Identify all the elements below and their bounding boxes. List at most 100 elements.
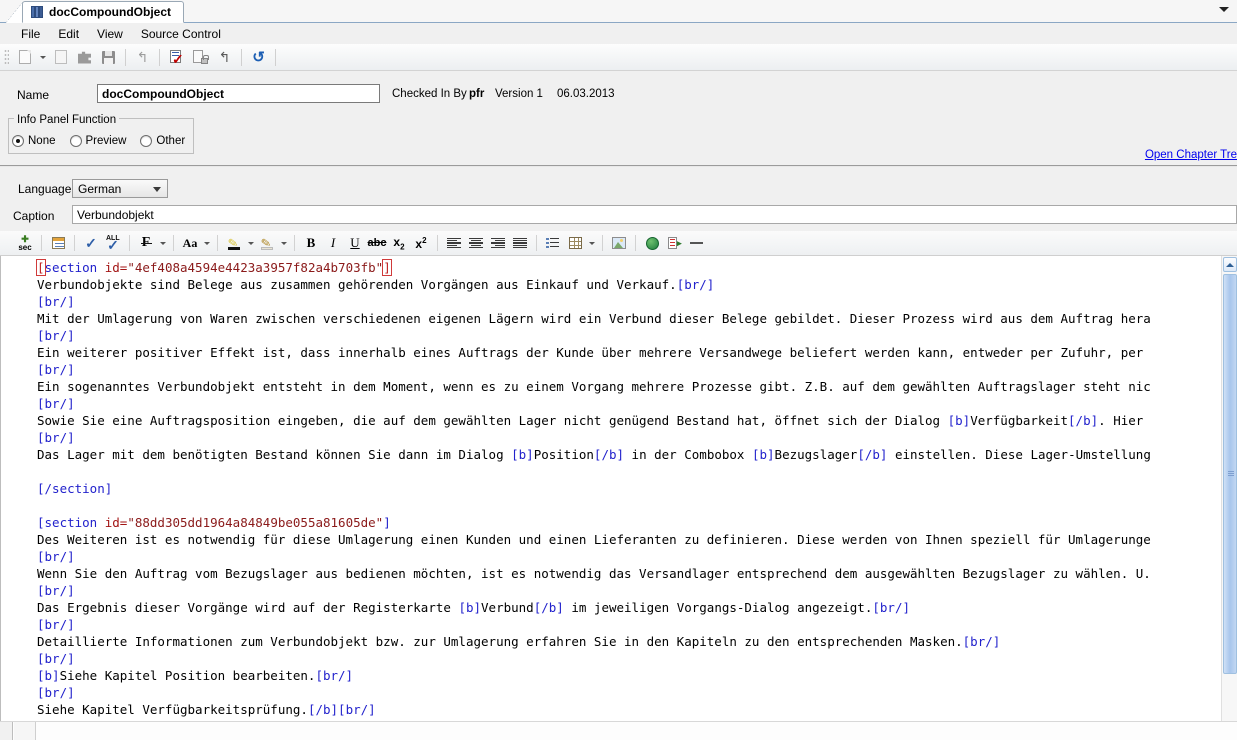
code-token: in der Combobox [624, 447, 752, 462]
radio-none[interactable]: None [12, 135, 56, 147]
editor-vertical-scrollbar[interactable] [1221, 256, 1237, 721]
editor-line[interactable]: Ein sogenanntes Verbundobjekt entsteht i… [37, 378, 1222, 395]
name-label: Name [17, 88, 50, 102]
bold-icon[interactable]: B [300, 233, 322, 254]
info-panel-icon[interactable] [47, 233, 69, 254]
editor-line[interactable]: [br/] [37, 327, 1222, 344]
info-panel-title: Info Panel Function [14, 114, 120, 126]
subscript-icon[interactable]: x2 [388, 233, 410, 254]
name-input[interactable] [97, 84, 380, 103]
align-center-icon[interactable] [465, 233, 487, 254]
insert-horizontal-rule-icon[interactable] [685, 233, 707, 254]
editor-line[interactable]: [br/] [37, 293, 1222, 310]
editor-line[interactable]: Das Lager mit dem benötigten Bestand kön… [37, 446, 1222, 463]
insert-image-icon[interactable] [608, 233, 630, 254]
save-icon[interactable] [97, 46, 120, 68]
new-document-dropdown-icon[interactable] [37, 46, 48, 68]
check-in-icon[interactable]: ✓ [165, 46, 188, 68]
editor-line[interactable]: Das Ergebnis dieser Vorgänge wird auf de… [37, 599, 1222, 616]
status-bar [0, 721, 1237, 740]
font-dropdown-icon[interactable] [157, 233, 168, 254]
source-code-editor[interactable]: [section id="4ef408a4594e4423a3957f82a4b… [1, 256, 1222, 721]
align-left-icon[interactable] [443, 233, 465, 254]
bullet-list-icon[interactable] [542, 233, 564, 254]
insert-table-icon[interactable] [564, 233, 586, 254]
code-token: [br/] [315, 668, 354, 683]
menu-item-view[interactable]: View [88, 25, 132, 43]
editor-line[interactable]: [br/] [37, 650, 1222, 667]
plugin-icon[interactable] [73, 46, 96, 68]
editor-line[interactable]: Siehe Kapitel Verfügbarkeitsprüfung.[/b]… [37, 701, 1222, 718]
refresh-icon[interactable]: ↺ [247, 46, 270, 68]
toolbar-separator [159, 48, 160, 66]
editor-line[interactable]: Ein weiterer positiver Effekt ist, dass … [37, 344, 1222, 361]
italic-icon[interactable]: I [322, 233, 344, 254]
language-value: German [78, 182, 122, 196]
superscript-icon[interactable]: x2 [410, 233, 432, 254]
radio-preview[interactable]: Preview [69, 135, 126, 147]
editor-line[interactable] [37, 497, 1222, 514]
code-token: [br/] [37, 651, 75, 666]
highlight-color-icon[interactable]: ✎ [256, 233, 278, 254]
menu-item-file[interactable]: File [12, 25, 49, 43]
insert-section-icon[interactable]: ✚ sec [14, 233, 36, 254]
editor-line[interactable]: Mit der Umlagerung von Waren zwischen ve… [37, 310, 1222, 327]
editor-line[interactable]: [br/] [37, 429, 1222, 446]
chevron-down-icon [153, 187, 161, 192]
editor-line[interactable]: [section id="88dd305dd1964a84849be055a81… [37, 514, 1222, 531]
editor-line[interactable]: [b]Siehe Kapitel Position bearbeiten.[br… [37, 667, 1222, 684]
toolbar-grip[interactable] [4, 48, 9, 66]
copy-icon[interactable] [49, 46, 72, 68]
editor-line[interactable]: [br/] [37, 684, 1222, 701]
language-select[interactable]: German [72, 179, 168, 198]
editor-line[interactable]: Verbundobjekte sind Belege aus zusammen … [37, 276, 1222, 293]
code-token: [/b] [307, 702, 339, 717]
editor-line[interactable]: [section id="4ef408a4594e4423a3957f82a4b… [36, 259, 1222, 276]
code-token: Sowie Sie eine Auftragsposition eingeben… [37, 413, 948, 428]
editor-line[interactable]: Des Weiteren ist es notwendig für diese … [37, 531, 1222, 548]
underline-icon[interactable]: U [344, 233, 366, 254]
text-color-icon[interactable]: ✎ [223, 233, 245, 254]
highlight-color-dropdown-icon[interactable] [278, 233, 289, 254]
editor-line[interactable]: [br/] [37, 395, 1222, 412]
code-token: [br/] [962, 634, 1001, 649]
radio-other[interactable]: Other [140, 135, 185, 147]
font-size-icon[interactable]: Aa [179, 233, 201, 254]
editor-line[interactable]: [br/] [37, 616, 1222, 633]
document-tab-label: docCompoundObject [49, 5, 171, 19]
editor-line[interactable]: [br/] [37, 361, 1222, 378]
align-right-icon[interactable] [487, 233, 509, 254]
undo-icon[interactable]: ↰ [131, 46, 154, 68]
open-chapter-tree-link[interactable]: Open Chapter Tre [1145, 149, 1237, 161]
strikethrough-icon[interactable]: abc [366, 233, 388, 254]
spellcheck-all-icon[interactable]: ALL ✓ [102, 233, 124, 254]
editor-line[interactable] [37, 463, 1222, 480]
font-icon[interactable]: F [135, 233, 157, 254]
spellcheck-icon[interactable]: ✓ [80, 233, 102, 254]
text-color-dropdown-icon[interactable] [245, 233, 256, 254]
document-tab[interactable]: docCompoundObject [22, 1, 184, 23]
font-size-dropdown-icon[interactable] [201, 233, 212, 254]
code-token: [ [36, 259, 46, 276]
check-out-icon[interactable] [189, 46, 212, 68]
caption-input[interactable] [72, 205, 1237, 224]
editor-line[interactable]: Wenn Sie den Auftrag vom Bezugslager aus… [37, 565, 1222, 582]
align-justify-icon[interactable] [509, 233, 531, 254]
editor-line[interactable]: Detaillierte Informationen zum Verbundob… [37, 633, 1222, 650]
chevron-up-icon[interactable] [1223, 257, 1237, 272]
insert-table-dropdown-icon[interactable] [586, 233, 597, 254]
editor-line[interactable]: [br/] [37, 582, 1222, 599]
menu-bar: File Edit View Source Control [0, 23, 1237, 44]
menu-item-edit[interactable]: Edit [49, 25, 88, 43]
new-document-icon[interactable] [13, 46, 36, 68]
scrollbar-thumb[interactable] [1223, 274, 1237, 674]
undo-checkout-icon[interactable]: ↰ [213, 46, 236, 68]
editor-line[interactable]: Sowie Sie eine Auftragsposition eingeben… [37, 412, 1222, 429]
chevron-down-icon[interactable] [1219, 7, 1229, 12]
editor-line[interactable]: [br/] [37, 548, 1222, 565]
menu-item-source-control[interactable]: Source Control [132, 25, 230, 43]
insert-reference-icon[interactable]: ▸ [663, 233, 685, 254]
editor-line[interactable]: [/section] [37, 480, 1222, 497]
code-token: id= [104, 260, 128, 275]
insert-hyperlink-icon[interactable] [641, 233, 663, 254]
